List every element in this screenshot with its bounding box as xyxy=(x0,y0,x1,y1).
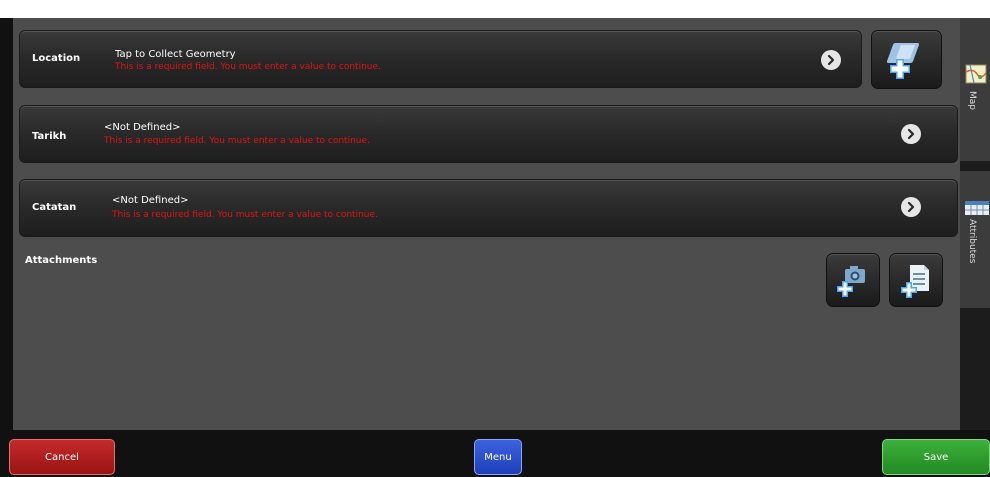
catatan-label: Catatan xyxy=(32,202,77,213)
chevron-right-icon xyxy=(901,124,921,144)
location-field[interactable]: Location Tap to Collect Geometry This is… xyxy=(19,30,862,88)
cancel-button[interactable]: Cancel xyxy=(9,439,115,475)
catatan-value: <Not Defined> xyxy=(112,195,189,206)
bottom-action-bar: Cancel Menu Save xyxy=(0,430,990,477)
catatan-field[interactable]: Catatan <Not Defined> This is a required… xyxy=(19,179,958,237)
tarikh-value: <Not Defined> xyxy=(104,122,181,133)
tarikh-error: This is a required field. You must enter… xyxy=(104,136,370,146)
add-photo-button[interactable] xyxy=(826,253,880,307)
tab-attributes[interactable]: Attributes xyxy=(960,171,990,308)
catatan-error: This is a required field. You must enter… xyxy=(112,210,378,220)
tab-map-label: Map xyxy=(967,91,977,110)
add-geometry-icon xyxy=(886,43,920,79)
top-strip xyxy=(0,0,990,18)
location-value: Tap to Collect Geometry xyxy=(115,49,236,60)
document-add-icon xyxy=(901,265,929,298)
add-file-button[interactable] xyxy=(889,253,943,307)
menu-button-label: Menu xyxy=(484,451,512,463)
form-panel: Location Tap to Collect Geometry This is… xyxy=(13,18,960,430)
save-button-label: Save xyxy=(923,451,949,463)
menu-button[interactable]: Menu xyxy=(474,439,522,475)
save-button[interactable]: Save xyxy=(882,439,990,475)
attribute-table-icon xyxy=(965,201,989,215)
cancel-button-label: Cancel xyxy=(45,451,79,463)
chevron-right-icon xyxy=(901,197,921,217)
attachments-label: Attachments xyxy=(25,255,98,266)
feature-form-app: Location Tap to Collect Geometry This is… xyxy=(0,18,990,477)
tarikh-field[interactable]: Tarikh <Not Defined> This is a required … xyxy=(19,105,958,163)
chevron-right-icon xyxy=(821,50,841,70)
location-label: Location xyxy=(32,53,81,64)
tab-attributes-label: Attributes xyxy=(967,219,977,264)
map-icon xyxy=(965,64,987,84)
collect-geometry-button[interactable] xyxy=(871,30,942,89)
location-error: This is a required field. You must enter… xyxy=(115,62,381,72)
tab-map[interactable]: Map xyxy=(960,18,990,161)
tarikh-label: Tarikh xyxy=(32,131,67,142)
camera-add-icon xyxy=(837,266,865,297)
side-tab-bar: Map Attributes xyxy=(960,18,990,430)
